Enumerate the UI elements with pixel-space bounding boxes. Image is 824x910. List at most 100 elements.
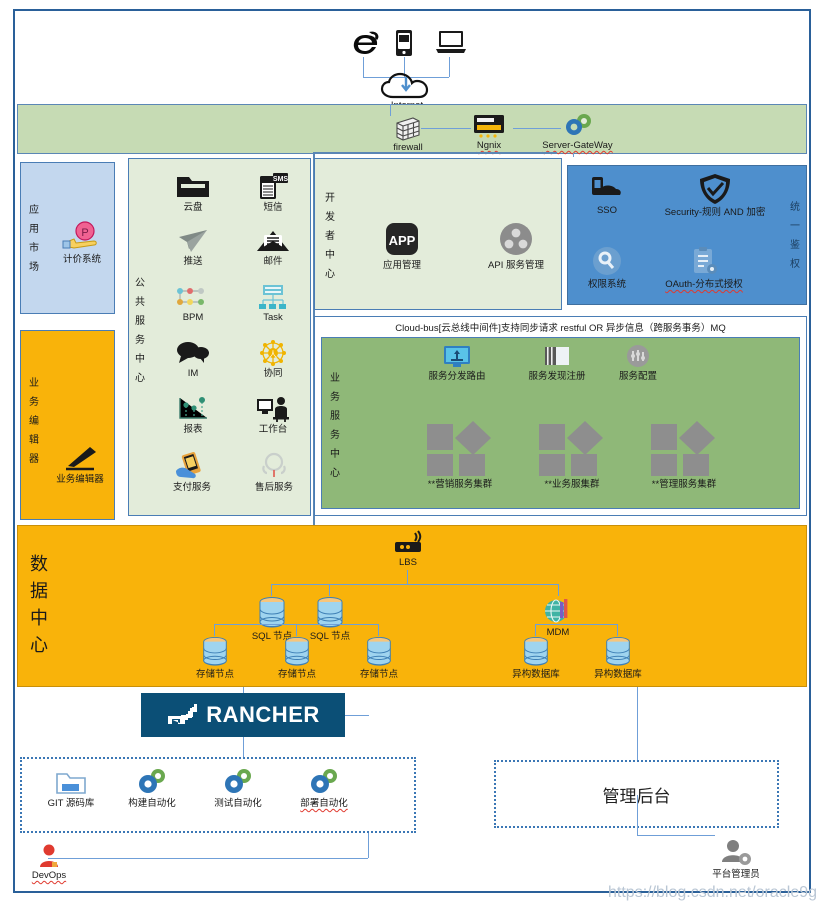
- api-users-icon: [496, 221, 536, 259]
- database-icon: [281, 636, 313, 668]
- workbench-desk-icon: [254, 395, 292, 423]
- report-label: 报表: [183, 424, 203, 435]
- storage-node-1[interactable]: 存储节点: [190, 636, 240, 681]
- database-icon: [520, 636, 552, 668]
- server-gateway-label: Server-GateWay: [542, 140, 613, 151]
- app-management-node[interactable]: APP 应用管理: [363, 221, 441, 272]
- network-zone: firewall Ngnix Server-GateWay: [17, 104, 807, 157]
- service-config-node[interactable]: 服务配置: [602, 344, 674, 383]
- oauth-clipboard-icon: [687, 246, 721, 278]
- service-registry-node[interactable]: 服务发现注册: [516, 344, 598, 383]
- sms-node[interactable]: SMS 短信: [239, 171, 307, 214]
- pricing-system-label: 计价系统: [62, 254, 101, 265]
- permission-system-node[interactable]: 权限系统: [574, 246, 640, 291]
- hetero-db-1[interactable]: 异构数据库: [510, 636, 562, 681]
- collaboration-node[interactable]: 人 协同: [239, 339, 307, 380]
- service-config-label: 服务配置: [618, 371, 657, 382]
- push-label: 推送: [183, 256, 203, 267]
- security-rules-label: Security-规则 AND 加密: [664, 207, 766, 218]
- architecture-diagram: Internet firewall: [0, 0, 824, 910]
- public-service-center-box: 公 共 服 务 中 心 云盘 SMS 短信 推送 邮件 BPM Task IM …: [128, 158, 311, 516]
- collaboration-network-icon: 人: [256, 339, 290, 367]
- mdm-node[interactable]: MDM: [532, 596, 584, 639]
- lbs-node[interactable]: LBS: [378, 530, 438, 569]
- test-automation-label: 测试自动化: [214, 798, 262, 809]
- build-automation-label: 构建自动化: [128, 798, 176, 809]
- connector-line: [345, 715, 369, 716]
- push-node[interactable]: 推送: [159, 227, 227, 268]
- mobile-phone-icon: [393, 29, 415, 57]
- report-node[interactable]: 报表: [159, 395, 227, 436]
- business-editor-label: 业务编辑器: [56, 474, 104, 485]
- business-cluster-node[interactable]: **业务服集群: [512, 418, 632, 491]
- service-config-icon: [624, 344, 652, 370]
- payment-service-label: 支付服务: [172, 482, 211, 493]
- headset-support-icon: [257, 451, 291, 481]
- platform-admin-node[interactable]: 平台管理员: [700, 838, 772, 881]
- aftersales-service-label: 售后服务: [254, 482, 293, 493]
- database-icon: [363, 636, 395, 668]
- data-center-box: 数 据 中 心 LBS SQL 节点 SQL 节点 存储节点 存储节点 存储节点…: [17, 525, 807, 687]
- chart-report-icon: [174, 395, 212, 423]
- aftersales-service-node[interactable]: 售后服务: [237, 451, 311, 494]
- bpm-node[interactable]: BPM: [159, 283, 227, 324]
- service-route-node[interactable]: 服务分发路由: [416, 344, 498, 383]
- im-node[interactable]: IM: [159, 339, 227, 380]
- pencil-icon: [60, 443, 100, 473]
- developer-center-box: 开 发 者 中 心 APP 应用管理 API 服务管理: [314, 158, 562, 310]
- cloud-drive-node[interactable]: 云盘: [159, 171, 227, 214]
- svg-text:P: P: [81, 227, 88, 239]
- lbs-label: LBS: [399, 557, 417, 568]
- git-repo-node[interactable]: GIT 源码库: [40, 769, 102, 810]
- sso-key-cloud-icon: [588, 174, 626, 204]
- pricing-system-node[interactable]: P 计价系统: [51, 221, 113, 266]
- service-route-label: 服务分发路由: [428, 371, 486, 382]
- connector-line: [271, 584, 558, 585]
- build-automation-node[interactable]: 构建自动化: [114, 767, 190, 810]
- task-node[interactable]: Task: [239, 283, 307, 324]
- watermark-text: https://blog.csdn.net/oracle9g: [608, 884, 818, 901]
- business-editor-vertical-label: 业 务 编 辑 器: [29, 377, 39, 465]
- task-label: Task: [263, 312, 283, 323]
- business-editor-node[interactable]: 业务编辑器: [47, 443, 113, 486]
- hetero-db-2[interactable]: 异构数据库: [592, 636, 644, 681]
- platform-admin-icon: [719, 838, 753, 868]
- deploy-automation-node[interactable]: 部署自动化: [286, 767, 362, 810]
- management-cluster-node[interactable]: **管理服务集群: [624, 418, 744, 491]
- marketing-cluster-node[interactable]: **营销服务集群: [400, 418, 520, 491]
- connector-line: [637, 835, 715, 836]
- payment-service-node[interactable]: 支付服务: [155, 451, 229, 494]
- bpm-label: BPM: [182, 312, 204, 323]
- storage-node-3[interactable]: 存储节点: [354, 636, 404, 681]
- app-market-box: 应 用 市 场 P 计价系统: [20, 162, 115, 314]
- sso-label: SSO: [596, 205, 618, 216]
- storage-node-2-label: 存储节点: [277, 669, 316, 680]
- rancher-label: RANCHER: [206, 702, 320, 727]
- sso-node[interactable]: SSO: [578, 174, 636, 217]
- business-cluster-label: **业务服集群: [544, 479, 600, 490]
- oauth-label: OAuth-分布式授权: [665, 279, 743, 290]
- collaboration-label: 协同: [263, 368, 283, 379]
- workbench-label: 工作台: [258, 424, 288, 435]
- cloud-bus-title: Cloud-bus[云总线中间件]支持同步请求 restful OR 异步信息（…: [395, 323, 726, 334]
- mail-node[interactable]: 邮件: [239, 227, 307, 268]
- connector-line: [637, 687, 638, 760]
- storage-node-2[interactable]: 存储节点: [272, 636, 322, 681]
- api-service-management-node[interactable]: API 服务管理: [473, 221, 559, 272]
- build-gears-icon: [134, 767, 170, 797]
- permission-key-icon: [589, 246, 625, 278]
- test-automation-node[interactable]: 测试自动化: [200, 767, 276, 810]
- workflow-nodes-icon: [173, 283, 213, 311]
- oauth-node[interactable]: OAuth-分布式授权: [644, 246, 764, 291]
- rancher-box[interactable]: RANCHER: [141, 693, 345, 737]
- coin-hand-icon: P: [60, 221, 104, 253]
- connector-line: [368, 833, 369, 858]
- connector-line: [378, 624, 379, 636]
- mobile-payment-icon: [173, 451, 211, 481]
- devops-actor-node[interactable]: DevOps: [24, 843, 74, 882]
- cloud-icon: [377, 71, 437, 101]
- workbench-node[interactable]: 工作台: [239, 395, 307, 436]
- rancher-cow-icon: [166, 702, 200, 728]
- security-rules-node[interactable]: Security-规则 AND 加密: [640, 172, 790, 219]
- git-folder-icon: [54, 769, 88, 797]
